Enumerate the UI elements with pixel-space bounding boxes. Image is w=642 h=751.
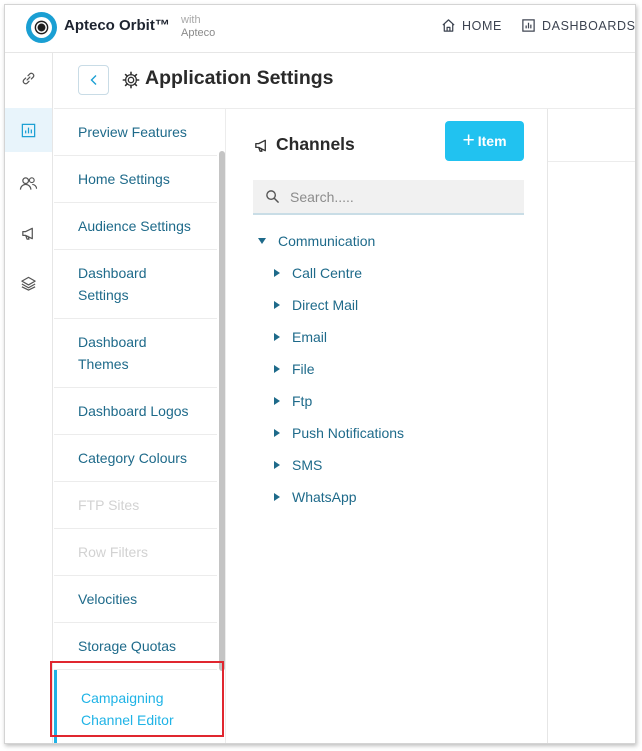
menu-item-label: Dashboard Themes — [78, 334, 147, 372]
tree-node-label: Ftp — [292, 393, 313, 409]
caret-right-icon[interactable] — [274, 429, 280, 437]
menu-item-label: Home Settings — [78, 171, 170, 187]
menu-item-row-filters: Row Filters — [54, 529, 217, 576]
tree-node-whatsapp[interactable]: WhatsApp — [274, 489, 357, 505]
caret-right-icon[interactable] — [274, 301, 280, 309]
megaphone-icon — [255, 139, 266, 152]
tree-node-label: Call Centre — [292, 265, 363, 281]
rail-link[interactable] — [5, 56, 52, 100]
rail-campaigns[interactable] — [5, 211, 52, 255]
brand-name[interactable]: Apteco Orbit™ — [64, 17, 170, 34]
menu-item-label: Audience Settings — [78, 218, 191, 234]
page-title: Application Settings — [145, 67, 334, 89]
menu-item-dashboard-settings[interactable]: Dashboard Settings — [54, 250, 217, 319]
apteco-logo-icon[interactable] — [26, 12, 57, 43]
users-icon — [19, 176, 38, 190]
settings-menu: Preview Features Home Settings Audience Se… — [54, 109, 217, 743]
with-apteco: with Apteco — [181, 14, 215, 40]
menu-item-label: Velocities — [78, 591, 138, 607]
detail-pane-header — [548, 109, 635, 162]
menu-item-label: FTP Sites — [78, 497, 140, 513]
caret-right-icon[interactable] — [274, 333, 280, 341]
tree-node-sms[interactable]: SMS — [274, 457, 322, 473]
chart-icon — [21, 123, 36, 137]
channels-title: Channels — [276, 134, 355, 154]
tree-node-label: WhatsApp — [292, 489, 357, 505]
tree-node-push-notifications[interactable]: Push Notifications — [274, 425, 404, 441]
top-bar: Apteco Orbit™ with Apteco HOME DASHBOARD… — [5, 5, 636, 53]
tree-node-email[interactable]: Email — [274, 329, 327, 345]
caret-right-icon[interactable] — [274, 365, 280, 373]
menu-item-preview-features[interactable]: Preview Features — [54, 109, 217, 156]
detail-pane — [548, 109, 635, 743]
app-window: Apteco Orbit™ with Apteco HOME DASHBOARD… — [4, 4, 636, 744]
back-button[interactable] — [78, 65, 109, 95]
add-item-label: Item — [477, 133, 507, 149]
tree-node-file[interactable]: File — [274, 361, 315, 377]
menu-item-label: Dashboard Logos — [78, 403, 189, 419]
nav-home[interactable]: HOME — [441, 18, 502, 33]
menu-item-label: Row Filters — [78, 544, 149, 560]
tree-node-label: Communication — [278, 233, 376, 249]
add-item-button[interactable]: + Item — [445, 121, 524, 161]
link-icon — [22, 72, 35, 84]
channels-panel: Channels + Item Communication Call Centr… — [225, 109, 548, 743]
tree-node-label: Direct Mail — [292, 297, 359, 313]
tree-node-label: Push Notifications — [292, 425, 405, 441]
rail-layers[interactable] — [5, 261, 52, 305]
nav-home-label: HOME — [462, 18, 502, 33]
chevron-left-icon — [90, 75, 96, 85]
apteco-label: Apteco — [181, 27, 216, 39]
with-label: with — [181, 14, 201, 26]
menu-item-audience-settings[interactable]: Audience Settings — [54, 203, 217, 250]
plus-icon: + — [462, 129, 475, 152]
menu-item-dashboard-themes[interactable]: Dashboard Themes — [54, 319, 217, 388]
caret-right-icon[interactable] — [274, 269, 280, 277]
dashboard-icon — [522, 19, 535, 32]
caret-right-icon[interactable] — [274, 461, 280, 469]
menu-item-label: Category Colours — [78, 450, 187, 466]
channel-search — [253, 180, 524, 215]
home-icon — [442, 19, 455, 32]
menu-item-dashboard-logos[interactable]: Dashboard Logos — [54, 388, 217, 435]
nav-dashboards-label: DASHBOARDS — [542, 18, 636, 33]
megaphone-icon — [22, 227, 33, 240]
highlight-annotation — [50, 661, 224, 737]
tree-node-label: File — [292, 361, 315, 377]
rail-users[interactable] — [5, 161, 52, 205]
layers-icon — [21, 276, 36, 291]
nav-dashboards[interactable]: DASHBOARDS — [521, 18, 636, 33]
rail-chart[interactable] — [5, 108, 52, 152]
settings-title-bar: Application Settings — [54, 53, 635, 109]
menu-item-ftp-sites: FTP Sites — [54, 482, 217, 529]
menu-item-label: Preview Features — [78, 124, 187, 140]
menu-item-label: Dashboard Settings — [78, 265, 147, 303]
tree-node-call-centre[interactable]: Call Centre — [274, 265, 362, 281]
caret-down-icon[interactable] — [258, 238, 266, 244]
tree-node-direct-mail[interactable]: Direct Mail — [274, 297, 358, 313]
tree-node-communication[interactable]: Communication — [258, 233, 375, 249]
search-input[interactable] — [290, 188, 510, 205]
tree-node-ftp[interactable]: Ftp — [274, 393, 312, 409]
caret-right-icon[interactable] — [274, 493, 280, 501]
tree-node-label: Email — [292, 329, 328, 345]
menu-item-velocities[interactable]: Velocities — [54, 576, 217, 623]
caret-right-icon[interactable] — [274, 397, 280, 405]
menu-item-home-settings[interactable]: Home Settings — [54, 156, 217, 203]
tree-node-label: SMS — [292, 457, 323, 473]
icon-rail — [5, 53, 53, 743]
menu-item-category-colours[interactable]: Category Colours — [54, 435, 217, 482]
gear-icon — [122, 71, 140, 89]
menu-item-label: Storage Quotas — [78, 638, 177, 654]
search-icon — [266, 190, 279, 203]
